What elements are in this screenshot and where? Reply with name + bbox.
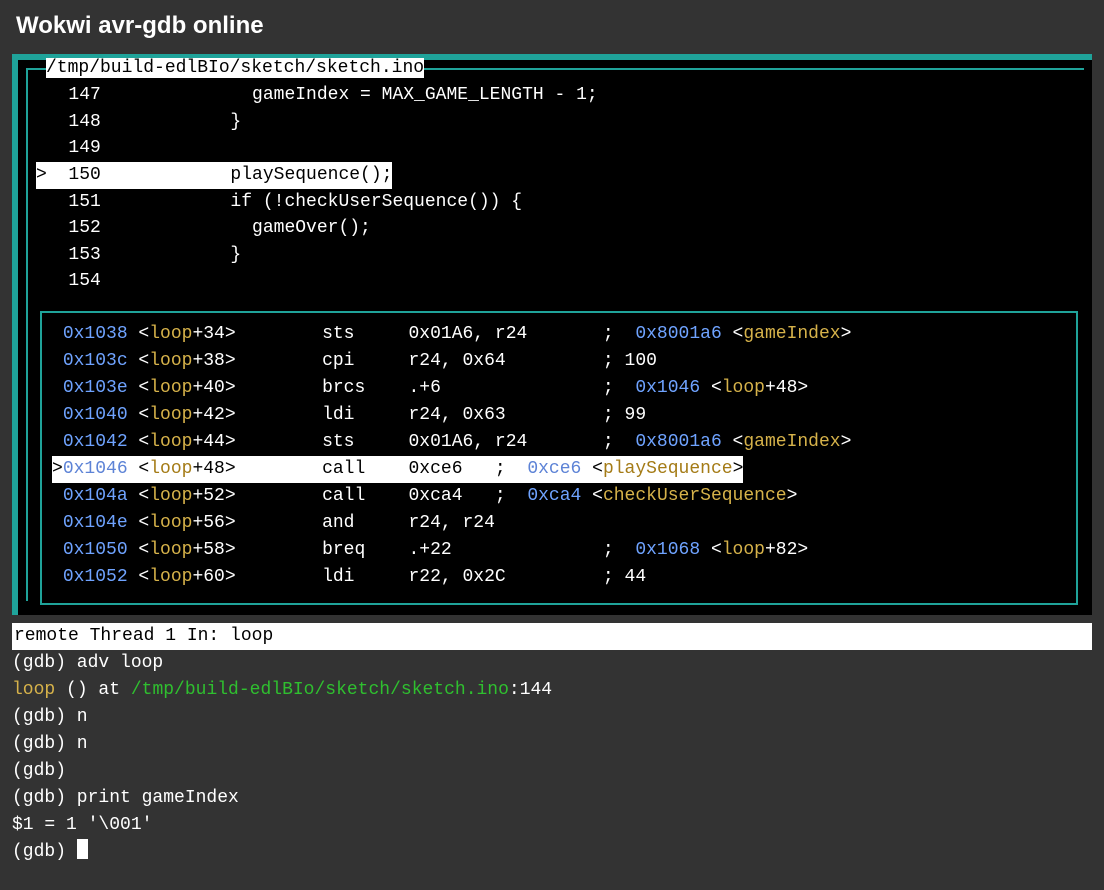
asm-line: 0x103c <loop+38> cpi r24, 0x64 ; 100 [52,348,1066,375]
console-line: (gdb) n [12,731,1092,758]
status-line: remote Thread 1 In: loop [12,623,1092,650]
asm-line: 0x1040 <loop+42> ldi r24, 0x63 ; 99 [52,402,1066,429]
asm-line: 0x1050 <loop+58> breq .+22 ; 0x1068 <loo… [52,537,1066,564]
console-line: (gdb) adv loop [12,650,1092,677]
asm-line: 0x1042 <loop+44> sts 0x01A6, r24 ; 0x800… [52,429,1066,456]
console-line: (gdb) [12,839,1092,866]
asm-line: 0x1038 <loop+34> sts 0x01A6, r24 ; 0x800… [52,321,1066,348]
page-title: Wokwi avr-gdb online [0,0,1104,54]
assembly-pane[interactable]: 0x1038 <loop+34> sts 0x01A6, r24 ; 0x800… [40,311,1078,605]
source-asm-frame: /tmp/build-edlBIo/sketch/sketch.ino 147 … [12,54,1092,615]
console-line: (gdb) n [12,704,1092,731]
asm-line: 0x103e <loop+40> brcs .+6 ; 0x1046 <loop… [52,375,1066,402]
gdb-console[interactable]: remote Thread 1 In: loop (gdb) adv loopl… [12,623,1092,866]
source-line: 152 gameOver(); [36,215,1084,242]
console-line: (gdb) [12,758,1092,785]
asm-line: 0x1052 <loop+60> ldi r22, 0x2C ; 44 [52,564,1066,591]
source-line: 147 gameIndex = MAX_GAME_LENGTH - 1; [36,82,1084,109]
asm-line: 0x104e <loop+56> and r24, r24 [52,510,1066,537]
source-line: 148 } [36,109,1084,136]
source-pane[interactable]: 147 gameIndex = MAX_GAME_LENGTH - 1; 148… [18,70,1092,303]
tui-container: /tmp/build-edlBIo/sketch/sketch.ino 147 … [12,54,1092,615]
source-line: 154 [36,268,1084,295]
source-line: 151 if (!checkUserSequence()) { [36,189,1084,216]
asm-line: >0x1046 <loop+48> call 0xce6 ; 0xce6 <pl… [52,456,743,483]
source-line: > 150 playSequence(); [36,162,392,189]
cursor [77,839,88,859]
source-line: 149 [36,135,1084,162]
asm-line: 0x104a <loop+52> call 0xca4 ; 0xca4 <che… [52,483,1066,510]
source-line: 153 } [36,242,1084,269]
console-line: (gdb) print gameIndex [12,785,1092,812]
source-path-label: /tmp/build-edlBIo/sketch/sketch.ino [46,58,424,78]
console-line: $1 = 1 '\001' [12,812,1092,839]
console-line: loop () at /tmp/build-edlBIo/sketch/sket… [12,677,1092,704]
